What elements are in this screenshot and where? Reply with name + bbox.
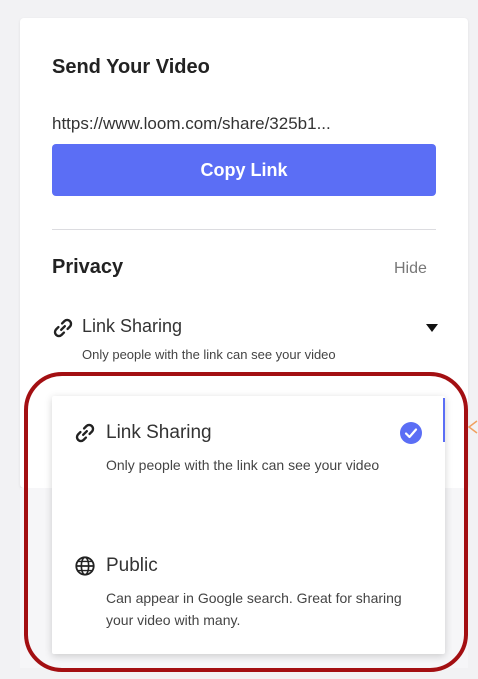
option-description: Only people with the link can see your v… [106,457,380,473]
send-video-title: Send Your Video [52,56,210,78]
privacy-select-description: Only people with the link can see your v… [82,347,336,362]
option-description: Can appear in Google search. Great for s… [106,590,402,628]
hide-link[interactable]: Hide [394,260,427,278]
link-icon [53,318,73,338]
option-label: Link Sharing [106,422,212,443]
privacy-select[interactable]: Link Sharing Only people with the link c… [52,314,438,370]
share-url: https://www.loom.com/share/325b1... [52,114,331,133]
privacy-dropdown: Link Sharing Only people with the link c… [52,396,445,654]
privacy-select-label: Link Sharing [82,316,183,336]
link-icon [75,423,95,443]
caret-down-icon [426,324,438,332]
dropdown-focus-edge [443,398,445,442]
arrow-annotation-icon [467,420,478,434]
privacy-option-link-sharing[interactable]: Link Sharing Only people with the link c… [52,418,445,508]
divider [52,229,436,230]
copy-link-button[interactable]: Copy Link [52,144,436,196]
privacy-option-public[interactable]: Public Can appear in Google search. Grea… [52,551,445,641]
globe-icon [75,556,95,576]
privacy-title: Privacy [52,256,124,278]
check-circle-icon [400,422,422,444]
option-label: Public [106,555,158,576]
